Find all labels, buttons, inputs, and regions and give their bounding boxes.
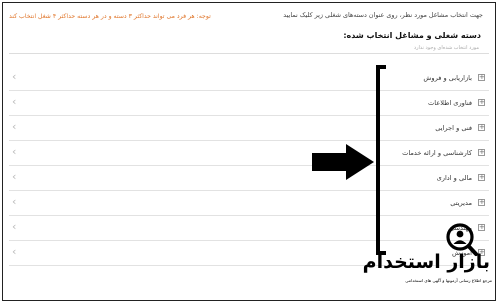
annotation-arrow-icon	[312, 144, 374, 180]
expand-plus-icon: +	[478, 148, 485, 156]
chevron-left-icon: ‹	[12, 70, 17, 83]
category-technical[interactable]: + فنی و اجرایی ‹	[9, 116, 489, 141]
chevron-left-icon: ‹	[12, 120, 17, 133]
category-it[interactable]: + فناوری اطلاعات ‹	[9, 91, 489, 116]
expand-plus-icon: +	[478, 198, 485, 206]
chevron-left-icon: ‹	[12, 195, 17, 208]
expand-plus-icon: +	[478, 73, 485, 81]
category-expert-services[interactable]: + کارشناسی و ارائه خدمات ‹	[9, 141, 489, 166]
expand-plus-icon: +	[478, 98, 485, 106]
category-label: مالی و اداری	[436, 174, 472, 182]
category-label: کارشناسی و ارائه خدمات	[402, 149, 472, 157]
section-title: دسته شغلی و مشاغل انتخاب شده:	[343, 31, 481, 40]
divider	[9, 53, 489, 54]
category-label: مدیریتی	[450, 199, 472, 207]
annotation-bracket	[376, 65, 386, 255]
watermark-name: بازار استخدام	[362, 251, 491, 273]
chevron-left-icon: ‹	[12, 245, 17, 258]
category-management[interactable]: + مدیریتی ‹	[9, 191, 489, 216]
chevron-left-icon: ‹	[12, 170, 17, 183]
watermark-logo: بازار استخدام مرجع اطلاع رسانی آزمونها و…	[363, 223, 494, 301]
selected-empty-text: مورد انتخاب شده‌ای وجود ندارد	[413, 45, 479, 51]
category-label: فنی و اجرایی	[435, 124, 472, 132]
expand-plus-icon: +	[478, 173, 485, 181]
chevron-left-icon: ‹	[12, 95, 17, 108]
category-finance-admin[interactable]: + مالی و اداری ‹	[9, 166, 489, 191]
category-sales[interactable]: + بازاریابی و فروش ‹	[9, 66, 489, 91]
watermark-tagline: مرجع اطلاع رسانی آزمونها و آگهی های استخ…	[405, 278, 492, 283]
category-label: فناوری اطلاعات	[428, 99, 472, 107]
selection-limit-note: توجه: هر فرد می تواند حداکثر ۳ دسته و در…	[9, 13, 211, 20]
intro-text: جهت انتخاب مشاغل مورد نظر، روی عنوان دست…	[283, 11, 483, 19]
chevron-left-icon: ‹	[12, 220, 17, 233]
category-label: بازاریابی و فروش	[423, 74, 472, 82]
chevron-left-icon: ‹	[12, 145, 17, 158]
expand-plus-icon: +	[478, 123, 485, 131]
